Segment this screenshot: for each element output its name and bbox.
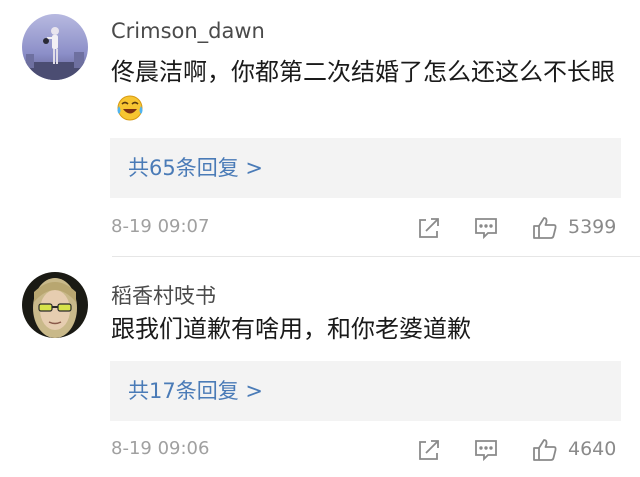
view-replies-button[interactable]: 共17条回复 > bbox=[110, 361, 621, 421]
timestamp: 8-19 09:06 bbox=[111, 438, 210, 459]
view-replies-button[interactable]: 共65条回复 > bbox=[110, 138, 621, 198]
thumbs-up-icon[interactable] bbox=[531, 436, 559, 464]
comment-text-body: 佟晨洁啊，你都第二次结婚了怎么还这么不长眼 bbox=[111, 58, 615, 86]
laughing-crying-emoji-icon bbox=[115, 93, 145, 134]
comment-text: 佟晨洁啊，你都第二次结婚了怎么还这么不长眼 bbox=[111, 53, 621, 134]
username[interactable]: 稻香村吱书 bbox=[111, 280, 216, 310]
username[interactable]: Crimson_dawn bbox=[111, 19, 265, 43]
comment-item: Crimson_dawn 佟晨洁啊，你都第二次结婚了怎么还这么不长眼 共65条回… bbox=[0, 0, 640, 256]
share-icon[interactable] bbox=[415, 214, 443, 242]
avatar[interactable] bbox=[22, 14, 88, 80]
comment-divider bbox=[112, 256, 640, 257]
comment-meta: 8-19 09:07 5399 bbox=[0, 208, 640, 248]
timestamp: 8-19 09:07 bbox=[111, 216, 210, 237]
comment-item: 稻香村吱书 跟我们道歉有啥用，和你老婆道歉 共17条回复 > 8-19 09:0… bbox=[0, 258, 640, 477]
comment-meta: 8-19 09:06 4640 bbox=[0, 430, 640, 470]
comment-icon[interactable] bbox=[472, 214, 500, 242]
like-count: 5399 bbox=[568, 216, 617, 238]
comment-icon[interactable] bbox=[472, 436, 500, 464]
share-icon[interactable] bbox=[415, 436, 443, 464]
avatar[interactable] bbox=[22, 272, 88, 338]
comment-text: 跟我们道歉有啥用，和你老婆道歉 bbox=[111, 315, 471, 343]
thumbs-up-icon[interactable] bbox=[531, 214, 559, 242]
like-count: 4640 bbox=[568, 438, 617, 460]
